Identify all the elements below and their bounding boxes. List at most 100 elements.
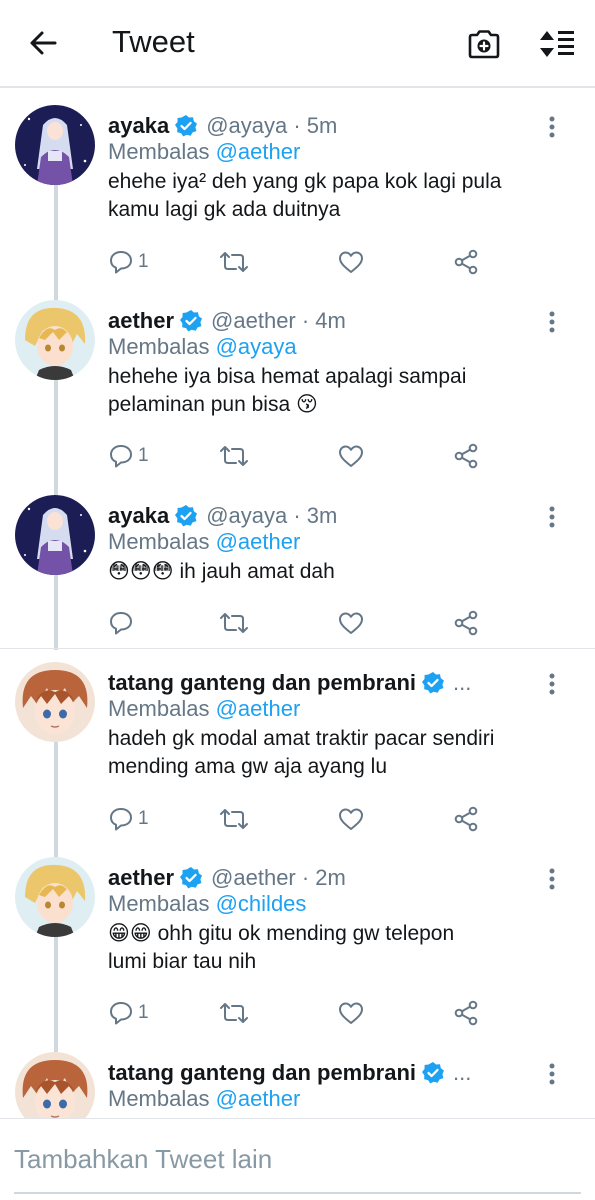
more-options-button[interactable]: [540, 113, 564, 141]
reply-button[interactable]: 1: [108, 998, 149, 1028]
like-button[interactable]: [338, 247, 364, 277]
arrow-left-icon: [30, 31, 57, 55]
share-button[interactable]: [453, 804, 479, 834]
more-vertical-icon: [549, 311, 555, 333]
handle-timestamp: @aether · 4m: [211, 308, 346, 333]
childe-avatar: [15, 662, 95, 742]
share-button[interactable]: [453, 998, 479, 1028]
retweet-icon: [220, 252, 248, 272]
verified-badge-icon: [174, 504, 198, 528]
reply-icon: [110, 445, 132, 468]
reply-count: 1: [138, 808, 149, 829]
mention-link[interactable]: @ayaya: [216, 334, 297, 359]
share-button[interactable]: [453, 247, 479, 277]
mention-link[interactable]: @aether: [216, 529, 301, 554]
reply-context: Membalas @ayaya: [108, 334, 297, 359]
mention-link[interactable]: @aether: [216, 139, 301, 164]
handle-timestamp: ...: [453, 670, 472, 695]
share-button[interactable]: [453, 441, 479, 471]
avatar[interactable]: [15, 300, 95, 380]
heart-icon: [339, 612, 363, 634]
sort-button[interactable]: [535, 24, 579, 64]
reply-count: 1: [138, 445, 149, 466]
verified-badge-icon: [421, 671, 445, 695]
avatar[interactable]: [15, 1052, 95, 1118]
display-name[interactable]: tatang ganteng dan pembrani: [108, 670, 416, 696]
display-name[interactable]: aether: [108, 308, 174, 334]
reply-context: Membalas @aether: [108, 139, 301, 164]
more-vertical-icon: [549, 116, 555, 138]
display-name[interactable]: aether: [108, 865, 174, 891]
heart-icon: [339, 1002, 363, 1024]
more-vertical-icon: [549, 673, 555, 695]
more-options-button[interactable]: [540, 308, 564, 336]
reply-context: Membalas @childes: [108, 891, 307, 916]
reply-context: Membalas @aether: [108, 1086, 301, 1111]
tweet[interactable]: tatang ganteng dan pembrani ... Membalas…: [0, 1052, 595, 1118]
handle-timestamp: ...: [453, 1060, 472, 1085]
share-icon: [454, 249, 478, 275]
more-options-button[interactable]: [540, 1060, 564, 1088]
more-options-button[interactable]: [540, 503, 564, 531]
mention-link[interactable]: @childes: [216, 891, 307, 916]
like-button[interactable]: [338, 441, 364, 471]
retweet-button[interactable]: [218, 441, 250, 471]
avatar[interactable]: [15, 105, 95, 185]
avatar[interactable]: [15, 857, 95, 937]
retweet-button[interactable]: [218, 247, 250, 277]
camera-button[interactable]: [464, 24, 504, 64]
mention-link[interactable]: @aether: [216, 1086, 301, 1111]
display-name[interactable]: ayaka: [108, 113, 169, 139]
tweet-actions: 1: [108, 804, 528, 834]
add-tweet-input[interactable]: [14, 1139, 574, 1179]
reply-button[interactable]: 1: [108, 441, 149, 471]
author-row: tatang ganteng dan pembrani ...: [108, 1058, 471, 1088]
like-button[interactable]: [338, 998, 364, 1028]
reply-button[interactable]: [108, 608, 138, 638]
more-vertical-icon: [549, 868, 555, 890]
aether-avatar: [15, 300, 95, 380]
back-button[interactable]: [26, 26, 60, 60]
share-icon: [454, 1000, 478, 1026]
display-name[interactable]: ayaka: [108, 503, 169, 529]
retweet-button[interactable]: [218, 608, 250, 638]
verified-badge-icon: [179, 866, 203, 890]
avatar[interactable]: [15, 495, 95, 575]
more-vertical-icon: [549, 506, 555, 528]
reply-context: Membalas @aether: [108, 696, 301, 721]
tweet-actions: 1: [108, 998, 528, 1028]
app-header: Tweet: [0, 0, 595, 88]
reply-icon: [110, 251, 132, 274]
display-name[interactable]: tatang ganteng dan pembrani: [108, 1060, 416, 1086]
tweet-text: 😳😳😳 ih jauh amat dah: [108, 560, 335, 583]
tweet[interactable]: aether @aether · 4m Membalas @ayaya hehe…: [0, 300, 595, 485]
retweet-button[interactable]: [218, 998, 250, 1028]
compose-bar: [0, 1118, 595, 1200]
mention-link[interactable]: @aether: [216, 696, 301, 721]
tweet[interactable]: ayaka @ayaya · 3m Membalas @aether 😳😳😳 i…: [0, 495, 595, 649]
retweet-button[interactable]: [218, 804, 250, 834]
share-button[interactable]: [453, 608, 479, 638]
reply-context: Membalas @aether: [108, 529, 301, 554]
reply-icon: [110, 808, 132, 831]
sort-icon: [540, 31, 574, 57]
share-icon: [454, 806, 478, 832]
reply-count: 1: [138, 1002, 149, 1023]
like-button[interactable]: [338, 804, 364, 834]
avatar[interactable]: [15, 662, 95, 742]
tweet[interactable]: ayaka @ayaya · 5m Membalas @aether ehehe…: [0, 105, 595, 290]
heart-icon: [339, 808, 363, 830]
heart-icon: [339, 445, 363, 467]
reply-button[interactable]: 1: [108, 804, 149, 834]
tweet[interactable]: tatang ganteng dan pembrani ... Membalas…: [0, 662, 595, 847]
tweet-actions: [108, 608, 528, 638]
author-row: aether @aether · 4m: [108, 306, 346, 336]
tweet[interactable]: aether @aether · 2m Membalas @childes 😁😁…: [0, 857, 595, 1042]
tweet-text: ehehe iya² deh yang gk papa kok lagi pul…: [108, 170, 502, 221]
more-options-button[interactable]: [540, 670, 564, 698]
tweet-text: hadeh gk modal amat traktir pacar sendir…: [108, 727, 495, 778]
reply-button[interactable]: 1: [108, 247, 149, 277]
input-underline: [14, 1192, 581, 1194]
like-button[interactable]: [338, 608, 364, 638]
more-options-button[interactable]: [540, 865, 564, 893]
